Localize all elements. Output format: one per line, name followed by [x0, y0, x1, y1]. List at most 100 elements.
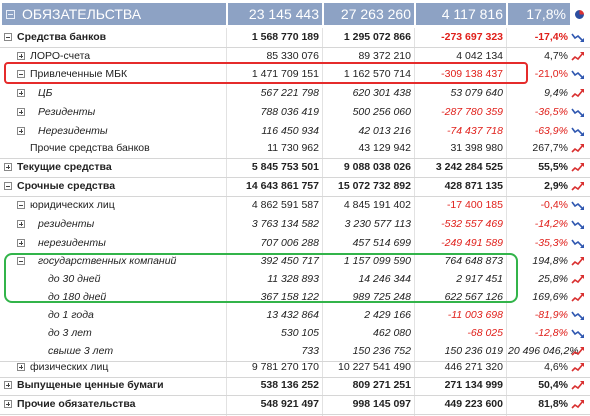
expand-icon[interactable] [17, 363, 25, 371]
row-label: до 3 лет [48, 327, 92, 339]
collapse-icon[interactable] [17, 201, 25, 209]
expand-icon[interactable] [17, 239, 25, 247]
trend-arrow-icon[interactable] [571, 126, 585, 137]
cell-v4: -14,2% [534, 218, 568, 230]
trend-arrow-icon[interactable] [571, 346, 585, 357]
cell-v2: 15 072 732 892 [338, 180, 411, 192]
cell-v1: 14 643 861 757 [246, 180, 319, 192]
table-row[interactable]: резиденты 3 763 134 582 3 230 577 113 -532 … [0, 215, 590, 234]
expand-icon[interactable] [17, 127, 25, 135]
trend-arrow-icon[interactable] [571, 69, 585, 80]
header-title-cell[interactable]: ОБЯЗАТЕЛЬСТВА [2, 3, 226, 25]
trend-arrow-icon[interactable] [571, 219, 585, 230]
row-label: резиденты [38, 218, 95, 230]
trend-arrow-icon[interactable] [571, 32, 585, 43]
collapse-icon[interactable] [4, 33, 12, 41]
row-label: Средства банков [17, 31, 107, 43]
trend-arrow-icon[interactable] [571, 107, 585, 118]
expand-icon[interactable] [17, 52, 25, 60]
expand-icon[interactable] [17, 220, 25, 228]
cell-v2: 10 227 541 490 [338, 361, 411, 373]
row-label: ЦБ [38, 87, 53, 99]
table-row[interactable]: Средства банков 1 568 770 189 1 295 072 86… [0, 28, 590, 48]
cell-v2: 620 301 438 [352, 87, 411, 99]
collapse-icon[interactable] [4, 182, 12, 190]
cell-v3: 446 271 320 [444, 361, 503, 373]
table-row[interactable]: Срочные средства 14 643 861 757 15 072 732… [0, 177, 590, 197]
cell-v3: 3 242 284 525 [435, 161, 503, 173]
table-row[interactable]: нерезиденты 707 006 288 457 514 699 -249 49… [0, 234, 590, 253]
table-row[interactable]: юридических лиц 4 862 591 587 4 845 191 40… [0, 196, 590, 215]
cell-v1: 13 432 864 [266, 309, 319, 321]
cell-v1: 4 862 591 587 [251, 199, 319, 211]
trend-arrow-icon[interactable] [571, 274, 585, 285]
cell-v3: 53 079 640 [450, 87, 503, 99]
table-row[interactable]: до 3 лет 530 105 462 080 -68 025 -12,8% [0, 324, 590, 343]
trend-arrow-icon[interactable] [571, 51, 585, 62]
cell-v2: 809 271 251 [352, 379, 411, 391]
cell-v1: 5 845 753 501 [251, 161, 319, 173]
cell-v2: 2 429 166 [364, 309, 411, 321]
trend-arrow-icon[interactable] [571, 292, 585, 303]
cell-v1: 707 006 288 [260, 237, 319, 249]
row-label: до 1 года [48, 309, 94, 321]
table-header: ОБЯЗАТЕЛЬСТВА 23 145 443 196 27 263 260 … [0, 0, 590, 44]
expand-icon[interactable] [17, 89, 25, 97]
cell-v4: -12,8% [534, 327, 568, 339]
cell-v3: -273 697 323 [441, 31, 503, 43]
cell-v4: -81,9% [534, 309, 568, 321]
trend-arrow-icon[interactable] [571, 256, 585, 267]
cell-v4: -36,5% [534, 106, 568, 118]
pie-chart-icon[interactable] [574, 9, 585, 20]
trend-arrow-icon[interactable] [571, 238, 585, 249]
trend-arrow-icon[interactable] [571, 310, 585, 321]
table-row[interactable]: Выпущеные ценные бумаги 538 136 252 809 27… [0, 376, 590, 396]
cell-v4: 267,7% [532, 142, 568, 154]
table-row[interactable]: ЦБ 567 221 798 620 301 438 53 079 640 9,4% [0, 84, 590, 103]
cell-v2: 1 295 072 866 [343, 31, 411, 43]
table-row[interactable]: Текущие средства 5 845 753 501 9 088 038 0… [0, 158, 590, 178]
row-label: нерезиденты [38, 237, 106, 249]
trend-arrow-icon[interactable] [571, 88, 585, 99]
cell-v1: 538 136 252 [260, 379, 319, 391]
cell-v4: 4,6% [544, 361, 568, 373]
table-row[interactable]: Прочие средства банков 11 730 962 43 129 9… [0, 139, 590, 159]
trend-arrow-icon[interactable] [571, 181, 585, 192]
cell-v1: 3 763 134 582 [251, 218, 319, 230]
trend-arrow-icon[interactable] [571, 380, 585, 391]
table-row[interactable]: до 1 года 13 432 864 2 429 166 -11 003 698 -… [0, 306, 590, 325]
expand-icon[interactable] [4, 163, 12, 171]
cell-v1: 9 781 270 170 [251, 361, 319, 373]
trend-arrow-icon[interactable] [571, 143, 585, 154]
row-label: Срочные средства [17, 180, 116, 192]
cell-v3: 31 398 980 [450, 142, 503, 154]
highlight-green-box [4, 253, 518, 303]
cell-v3: -287 780 359 [441, 106, 503, 118]
cell-v4: 50,4% [538, 379, 568, 391]
trend-arrow-icon[interactable] [571, 200, 585, 211]
trend-arrow-icon[interactable] [571, 399, 585, 410]
table-row[interactable]: физических лиц 9 781 270 170 10 227 541 49… [0, 358, 590, 378]
row-label: Выпущеные ценные бумаги [17, 379, 164, 391]
cell-v2: 998 145 097 [352, 398, 411, 410]
cell-v3: 449 223 600 [444, 398, 503, 410]
trend-arrow-icon[interactable] [571, 362, 585, 373]
cell-v4: -0,4% [540, 199, 568, 211]
table-row[interactable]: Прочие обязательства 548 921 497 998 145 0… [0, 395, 590, 415]
expand-icon[interactable] [17, 108, 25, 116]
cell-v2: 43 129 942 [358, 142, 411, 154]
cell-v2: 457 514 699 [352, 237, 411, 249]
cell-v4: -17,4% [534, 31, 568, 43]
expand-icon[interactable] [4, 381, 12, 389]
cell-v4: 81,8% [538, 398, 568, 410]
header-col1: 23 145 443 196 [228, 3, 322, 44]
trend-arrow-icon[interactable] [571, 162, 585, 173]
table-row[interactable]: Резиденты 788 036 419 500 256 060 -287 780 … [0, 103, 590, 122]
cell-v2: 4 845 191 402 [343, 199, 411, 211]
expand-icon[interactable] [4, 400, 12, 408]
cell-v3: -68 025 [467, 327, 503, 339]
collapse-icon[interactable] [6, 10, 15, 19]
row-label: Прочие средства банков [30, 142, 150, 154]
trend-arrow-icon[interactable] [571, 328, 585, 339]
cell-v2: 3 230 577 113 [344, 218, 411, 230]
